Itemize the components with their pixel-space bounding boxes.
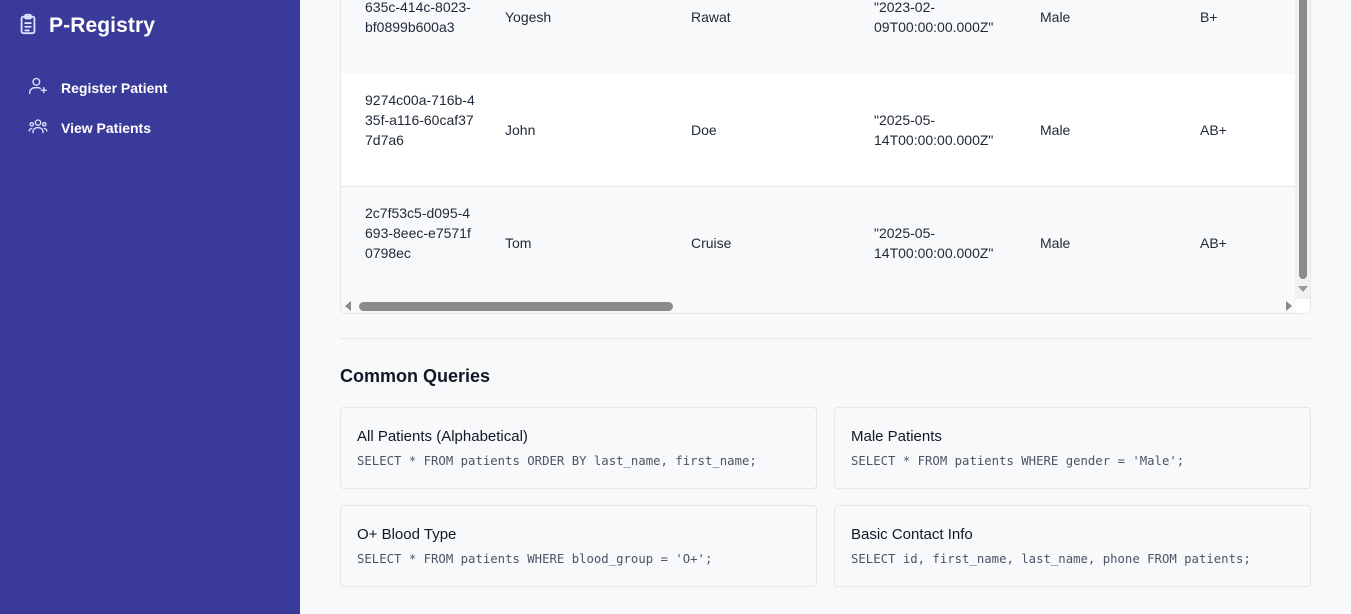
query-card-contact-info[interactable]: Basic Contact Info SELECT id, first_name… [834, 505, 1311, 587]
cell-id: 635c-414c-8023-bf0899b600a3 [365, 0, 471, 35]
query-title: Basic Contact Info [851, 526, 973, 543]
table-row: 9274c00a-716b-435f-a116-60caf377d7a6 Joh… [341, 74, 1296, 187]
query-title: O+ Blood Type [357, 526, 457, 543]
scroll-down-arrow-icon[interactable] [1298, 286, 1308, 292]
brand[interactable]: P-Registry [17, 12, 155, 40]
nav-label: View Patients [61, 120, 152, 136]
query-sql: SELECT * FROM patients WHERE gender = 'M… [851, 454, 1185, 468]
user-plus-icon [28, 76, 48, 101]
sidebar: P-Registry Register Patient View Patient [0, 0, 300, 614]
users-icon [28, 116, 48, 141]
horizontal-scroll-thumb[interactable] [359, 302, 673, 311]
section-title: Common Queries [340, 366, 491, 386]
cell-dob: "2025-05-14T00:00:00.000Z" [874, 112, 994, 148]
scroll-right-arrow-icon[interactable] [1286, 301, 1292, 311]
vertical-scrollbar[interactable] [1295, 0, 1310, 299]
cell-last-name: Cruise [691, 235, 732, 251]
vertical-scroll-thumb[interactable] [1299, 0, 1307, 279]
horizontal-scrollbar[interactable] [341, 297, 1296, 313]
cell-last-name: Rawat [691, 9, 731, 25]
clipboard-icon [17, 12, 39, 41]
query-title: All Patients (Alphabetical) [357, 428, 528, 445]
query-card-male-patients[interactable]: Male Patients SELECT * FROM patients WHE… [834, 407, 1311, 489]
cell-blood-group: AB+ [1200, 235, 1227, 251]
table-row: 2c7f53c5-d095-4693-8eec-e7571f0798ec Tom… [341, 187, 1296, 300]
app-title: P-Registry [49, 14, 156, 37]
nav-view-patients[interactable]: View Patients [28, 116, 151, 140]
query-sql: SELECT * FROM patients WHERE blood_group… [357, 552, 713, 566]
cell-id: 2c7f53c5-d095-4693-8eec-e7571f0798ec [365, 205, 471, 261]
cell-dob: "2023-02-09T00:00:00.000Z" [874, 0, 994, 35]
query-sql: SELECT id, first_name, last_name, phone … [851, 552, 1251, 566]
nav-label: Register Patient [61, 80, 168, 96]
cell-gender: Male [1040, 235, 1071, 251]
cell-blood-group: AB+ [1200, 122, 1227, 138]
cell-first-name: John [505, 122, 536, 138]
cell-first-name: Tom [505, 235, 532, 251]
cell-blood-group: B+ [1200, 9, 1218, 25]
patients-table[interactable]: 635c-414c-8023-bf0899b600a3 Yogesh Rawat… [340, 0, 1311, 314]
query-card-all-patients[interactable]: All Patients (Alphabetical) SELECT * FRO… [340, 407, 817, 489]
scroll-left-arrow-icon[interactable] [345, 301, 351, 311]
query-sql: SELECT * FROM patients ORDER BY last_nam… [357, 454, 757, 468]
cell-id: 9274c00a-716b-435f-a116-60caf377d7a6 [365, 92, 475, 148]
query-card-o-positive[interactable]: O+ Blood Type SELECT * FROM patients WHE… [340, 505, 817, 587]
section-divider [340, 338, 1311, 339]
cell-last-name: Doe [691, 122, 717, 138]
cell-gender: Male [1040, 122, 1071, 138]
cell-dob: "2025-05-14T00:00:00.000Z" [874, 225, 994, 261]
query-title: Male Patients [851, 428, 942, 445]
cell-first-name: Yogesh [505, 9, 552, 25]
nav-register-patient[interactable]: Register Patient [28, 76, 168, 100]
cell-gender: Male [1040, 9, 1071, 25]
main-content: 635c-414c-8023-bf0899b600a3 Yogesh Rawat… [300, 0, 1351, 614]
